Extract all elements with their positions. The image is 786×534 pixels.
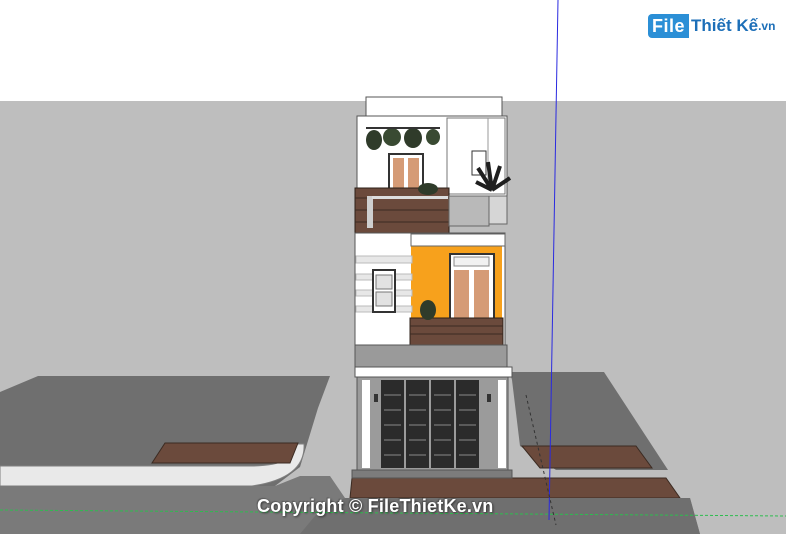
logo-file-text: File: [648, 14, 690, 38]
plant-icon: [420, 300, 436, 320]
logo-domain-text: .vn: [758, 19, 776, 33]
front-step: [349, 477, 681, 499]
wood-deck-right: [520, 445, 653, 469]
roof-parapet: [365, 96, 503, 117]
wood-deck-left: [151, 442, 299, 464]
copyright-watermark: Copyright © FileThietKe.vn: [257, 496, 494, 516]
logo: File Thiết Kế .vn: [648, 12, 775, 40]
logo-name-text: Thiết Kế: [691, 16, 759, 35]
wall-lamp-left: [374, 394, 378, 402]
3d-model-scene: [0, 0, 786, 534]
balcony-second: [409, 317, 504, 346]
sketchup-viewport[interactable]: File Thiết Kế .vn Copyright © FileThietK…: [0, 0, 786, 534]
ground-floor-band: [354, 344, 508, 368]
wall-lamp-right: [487, 394, 491, 402]
plant-icon: [418, 183, 438, 195]
